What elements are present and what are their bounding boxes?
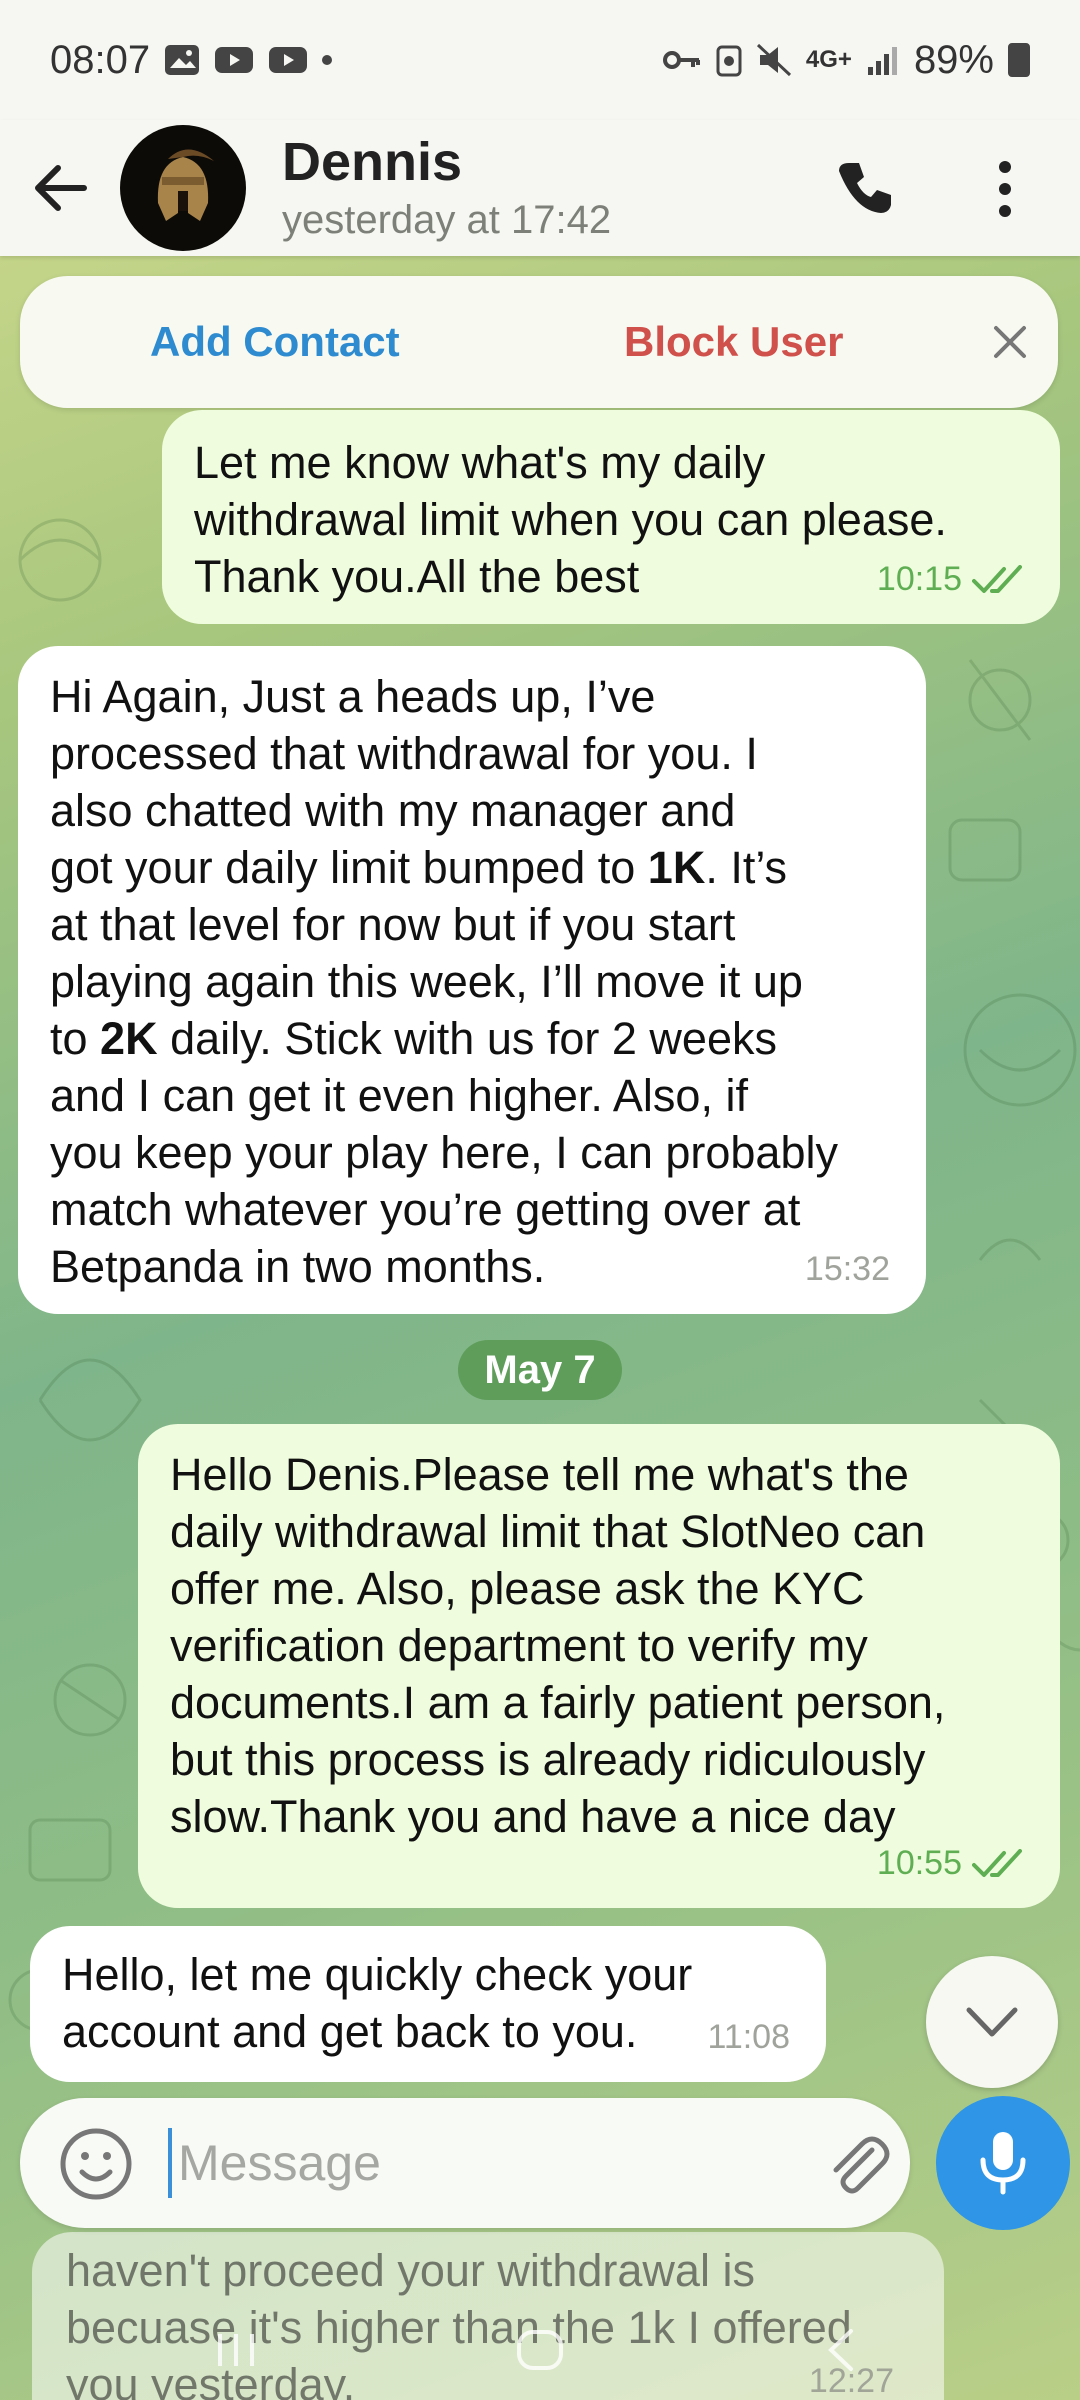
back-chevron-icon: [828, 2329, 853, 2371]
paperclip-icon[interactable]: [820, 2128, 896, 2204]
message-time: 15:32: [804, 1250, 890, 1288]
message-time: 11:08: [707, 2018, 790, 2056]
add-contact-button[interactable]: Add Contact: [150, 318, 400, 366]
call-button[interactable]: [820, 144, 910, 234]
back-nav-button[interactable]: [800, 2310, 880, 2390]
battery-icon: [1008, 43, 1030, 77]
message-bubble-outgoing[interactable]: Let me know what's my daily withdrawal l…: [162, 410, 1060, 624]
message-bubble-incoming[interactable]: Hello, let me quickly check your account…: [30, 1926, 826, 2082]
home-button[interactable]: [500, 2310, 580, 2390]
message-meta: 10:55: [877, 1835, 1024, 1892]
youtube-icon: [269, 47, 308, 73]
last-seen-status: yesterday at 17:42: [282, 198, 612, 242]
recent-apps-icon: [218, 2334, 254, 2366]
message-bubble-incoming[interactable]: Hi Again, Just a heads up, I’ve processe…: [18, 646, 926, 1314]
block-user-button[interactable]: Block User: [624, 318, 843, 366]
more-notifications-icon: [322, 55, 333, 65]
emoji-icon[interactable]: [58, 2126, 134, 2202]
battery-saver-icon: [716, 45, 742, 77]
unknown-contact-action-bar: Add Contact Block User: [20, 276, 1058, 408]
message-text: Hello, let me quickly check your account…: [62, 1949, 693, 2057]
more-options-button[interactable]: [960, 144, 1050, 234]
message-text: Hi Again, Just a heads up, I’ve processe…: [50, 671, 838, 1292]
chat-header: Dennis yesterday at 17:42: [0, 120, 1080, 256]
message-text: Hello Denis.Please tell me what's the da…: [170, 1449, 946, 1842]
contact-name: Dennis: [282, 132, 463, 192]
double-check-icon: [972, 564, 1022, 593]
voice-record-button[interactable]: [936, 2096, 1070, 2230]
message-time: 10:55: [876, 1844, 962, 1882]
status-bar: 08:07 4G+ 89%: [0, 0, 1080, 120]
message-meta: 11:08: [707, 2009, 790, 2066]
more-vertical-icon: [999, 161, 1011, 217]
home-icon: [517, 2330, 563, 2370]
chevron-down-icon: [966, 2007, 1018, 2037]
recent-apps-button[interactable]: [196, 2310, 276, 2390]
close-action-bar-button[interactable]: [980, 312, 1040, 372]
mute-icon: [756, 43, 791, 77]
back-arrow-icon: [35, 165, 87, 211]
message-meta: 10:15: [877, 551, 1024, 608]
battery-percent: 89%: [913, 37, 994, 82]
avatar[interactable]: [120, 125, 246, 251]
network-type: 4G+: [805, 46, 852, 73]
gallery-icon: [165, 45, 200, 75]
double-check-icon: [972, 1848, 1022, 1877]
message-composer: [20, 2098, 910, 2228]
scroll-to-bottom-button[interactable]: [926, 1956, 1058, 2088]
message-meta: 15:32: [805, 1241, 890, 1298]
date-separator: May 7: [458, 1340, 622, 1400]
spartan-helmet-icon: [157, 149, 214, 221]
message-input[interactable]: [168, 2128, 788, 2198]
message-bubble-outgoing[interactable]: Hello Denis.Please tell me what's the da…: [138, 1424, 1060, 1908]
signal-icon: [867, 47, 897, 75]
close-icon: [994, 326, 1026, 358]
message-time: 10:15: [876, 560, 962, 598]
vpn-key-icon: [662, 51, 700, 69]
phone-icon: [839, 163, 891, 213]
microphone-icon: [980, 2132, 1026, 2195]
back-button[interactable]: [0, 120, 120, 256]
clock: 08:07: [50, 37, 151, 82]
system-navigation-bar: [0, 2290, 1080, 2400]
youtube-icon: [215, 47, 254, 73]
